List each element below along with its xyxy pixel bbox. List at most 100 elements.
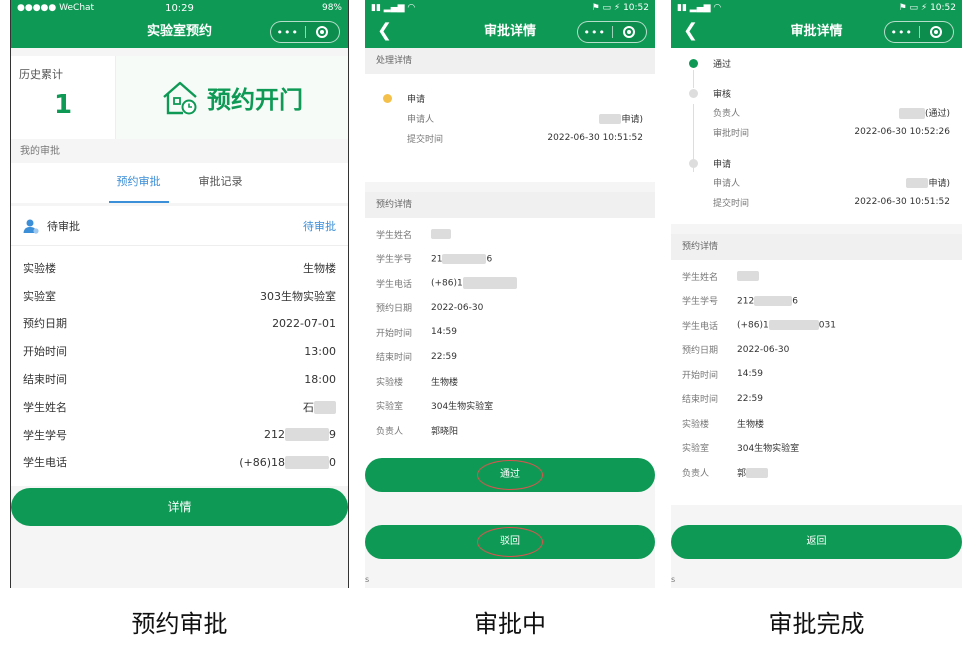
row-value: 郭 <box>737 468 747 479</box>
booking-label: 预约详情 <box>365 192 655 218</box>
pending-card[interactable]: 待审批 待审批 实验楼 生物楼 实验室 303生物实验室 预约日期 2022-07-0… <box>11 206 348 486</box>
row-key: 负责人 <box>376 426 404 437</box>
open-door-label: 预约开门 <box>207 86 303 114</box>
screen: ●●●●● WeChat 10:29 98% 实验室预约 ••• 历史累计 1 <box>11 0 348 588</box>
close-miniprogram-icon[interactable] <box>613 26 647 38</box>
close-miniprogram-icon[interactable] <box>920 26 954 38</box>
row-value: 2022-06-30 <box>737 344 790 355</box>
row-value-masked: 石 <box>303 399 336 415</box>
masked-text <box>285 456 329 470</box>
step-title: 通过 <box>713 59 732 70</box>
info-row: 学生电话 (+86)1 <box>365 271 655 296</box>
status-time: 10:52 <box>930 3 956 13</box>
phone-approval-in-progress: ▮▮ ▂▄▆ ◠ ⚑ ▭ ⚡ 10:52 ❮ 审批详情 ••• 处理详情 申请 … <box>365 0 655 588</box>
row-value-tail: 031 <box>818 320 836 331</box>
row-key: 预约日期 <box>23 317 67 331</box>
row-value: 14:59 <box>431 327 457 338</box>
history-label: 历史累计 <box>19 68 63 81</box>
close-miniprogram-icon[interactable] <box>306 26 340 38</box>
masked-text <box>906 178 929 188</box>
reject-button[interactable]: 驳回 <box>365 525 655 559</box>
row-value: 2022-06-30 <box>431 302 484 313</box>
timeline-review: 审核 负责人 (通过) 审批时间 2022-06-30 10:52:26 <box>689 84 950 142</box>
row-value: 22:59 <box>431 351 457 362</box>
info-row: 学生学号 21 6 <box>365 247 655 272</box>
info-row: 学生学号 212 9 <box>11 421 348 449</box>
row-value: 石 <box>303 400 314 414</box>
submit-value: 2022-06-30 10:51:52 <box>854 197 950 207</box>
miniprogram-capsule[interactable]: ••• <box>270 21 340 43</box>
row-key: 学生姓名 <box>23 400 67 414</box>
approve-button[interactable]: 通过 <box>365 458 655 492</box>
step-title: 审核 <box>713 89 732 100</box>
phone-booking-approval: ●●●●● WeChat 10:29 98% 实验室预约 ••• 历史累计 1 <box>10 0 349 588</box>
row-value-tail: 6 <box>792 296 798 306</box>
info-row: 实验室 303生物实验室 <box>11 282 348 310</box>
row-value: 13:00 <box>304 344 336 358</box>
status-badge: 待审批 <box>303 219 336 233</box>
row-value: 303生物实验室 <box>260 289 336 303</box>
row-key: 实验室 <box>23 289 56 303</box>
approve-time-value: 2022-06-30 10:52:26 <box>854 127 950 137</box>
booking-label: 预约详情 <box>671 234 962 260</box>
detail-button[interactable]: 详情 <box>11 488 348 526</box>
info-row: 实验室 304生物实验室 <box>365 394 655 419</box>
content: 处理详情 申请 申请人 申请) 提交时间 2022-06-30 10:51:52… <box>365 48 655 588</box>
status-time: 10:29 <box>165 2 194 14</box>
my-approval-label: 我的审批 <box>20 146 60 157</box>
row-key: 预约日期 <box>376 304 413 315</box>
open-door-button[interactable]: 预约开门 <box>116 56 348 139</box>
submit-value: 2022-06-30 10:51:52 <box>547 133 643 143</box>
back-button[interactable]: 返回 <box>671 525 962 559</box>
step-dot-icon <box>689 88 698 98</box>
status-bar: ▮▮ ▂▄▆ ◠ ⚑ ▭ ⚡ 10:52 <box>365 0 655 16</box>
status-bar: ●●●●● WeChat 10:29 98% <box>11 0 348 16</box>
history-count: 1 <box>53 90 73 120</box>
row-key: 学生电话 <box>23 456 67 470</box>
caption-in-progress: 审批中 <box>474 610 546 638</box>
info-row: 负责人 郭 <box>671 460 962 485</box>
status-time: 10:52 <box>623 3 649 13</box>
applicant-label: 申请人 <box>407 114 435 125</box>
more-icon[interactable]: ••• <box>578 26 612 39</box>
tab-approval-records[interactable]: 审批记录 <box>191 163 251 203</box>
masked-text <box>898 107 925 119</box>
info-row: 学生姓名 <box>365 222 655 247</box>
row-key: 实验室 <box>682 444 710 455</box>
tab-booking-approval[interactable]: 预约审批 <box>108 163 169 203</box>
info-row: 结束时间 18:00 <box>11 365 348 393</box>
booking-block: 学生姓名 学生学号 21 6 学生电话 (+86)1 预约日期 2022-06-30 开… <box>365 218 655 472</box>
row-value: (+86)1 <box>431 278 463 289</box>
row-value-masked: (+86)18 0 <box>239 456 336 470</box>
row-value-masked <box>431 229 451 240</box>
nav-bar: 实验室预约 ••• <box>11 16 348 48</box>
more-icon[interactable]: ••• <box>271 26 305 39</box>
pending-header: 待审批 待审批 <box>11 206 348 246</box>
timeline-pass: 通过 <box>689 54 950 72</box>
info-row: 学生姓名 石 <box>11 393 348 421</box>
row-key: 学生学号 <box>376 255 413 266</box>
timeline-apply: 申请 申请人 申请) 提交时间 2022-06-30 10:51:52 <box>689 154 950 212</box>
applicant-line: 申请人 申请) <box>383 108 643 128</box>
miniprogram-capsule[interactable]: ••• <box>884 21 954 43</box>
owner-value: (通过) <box>924 108 950 119</box>
row-key: 实验楼 <box>23 261 56 275</box>
row-value-masked: 21 6 <box>431 253 492 264</box>
masked-text <box>599 114 622 124</box>
applicant-value: 申请) <box>621 114 643 125</box>
info-row: 预约日期 2022-06-30 <box>365 296 655 321</box>
more-icon[interactable]: ••• <box>885 26 919 39</box>
row-value: 304生物实验室 <box>431 402 494 413</box>
masked-text <box>431 229 451 239</box>
row-value-tail: 0 <box>329 455 336 469</box>
row-key: 开始时间 <box>376 328 413 339</box>
owner-label: 负责人 <box>713 108 741 119</box>
content: 通过 审核 负责人 (通过) 审批时间 2022-06-30 10:52:26 申请… <box>671 48 962 588</box>
miniprogram-capsule[interactable]: ••• <box>577 21 647 43</box>
row-key: 开始时间 <box>682 370 719 381</box>
row-value: 生物楼 <box>737 419 765 430</box>
user-icon <box>23 219 39 234</box>
row-key: 结束时间 <box>23 373 67 387</box>
info-row: 预约日期 2022-06-30 <box>671 338 962 363</box>
row-key: 实验楼 <box>682 419 710 430</box>
